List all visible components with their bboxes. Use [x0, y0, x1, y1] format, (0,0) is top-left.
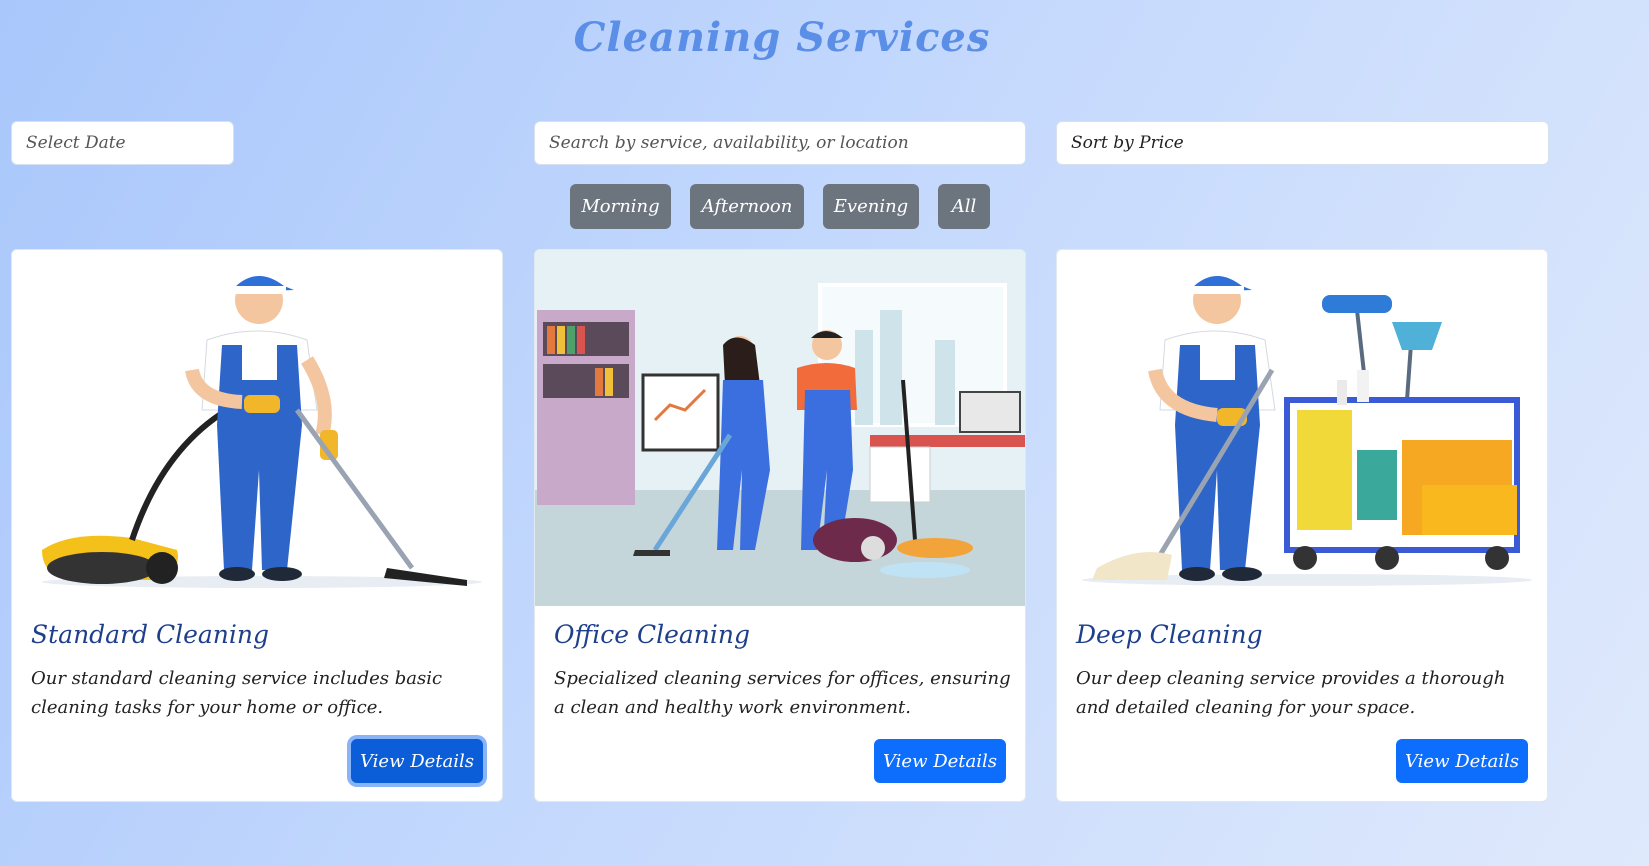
service-title: Deep Cleaning — [1076, 620, 1263, 649]
service-title: Office Cleaning — [554, 620, 750, 649]
janitor-vacuum-illustration — [12, 250, 502, 606]
date-picker-input[interactable] — [11, 121, 234, 165]
view-details-button[interactable]: View Details — [351, 739, 483, 783]
sort-select[interactable]: Sort by Price — [1056, 121, 1549, 165]
service-description: Our deep cleaning service provides a tho… — [1076, 668, 1506, 718]
page-title: Cleaning Services — [573, 14, 991, 61]
search-input[interactable] — [534, 121, 1026, 165]
filter-all-button[interactable]: All — [938, 184, 990, 229]
service-description: Our standard cleaning service includes b… — [31, 668, 443, 718]
service-card-deep: Deep Cleaning Our deep cleaning service … — [1056, 249, 1548, 802]
view-details-button[interactable]: View Details — [1396, 739, 1528, 783]
service-card-standard: Standard Cleaning Our standard cleaning … — [11, 249, 503, 802]
office-cleaners-illustration — [535, 250, 1025, 606]
filter-afternoon-button[interactable]: Afternoon — [690, 184, 804, 229]
filter-morning-button[interactable]: Morning — [570, 184, 671, 229]
janitor-mop-cart-illustration — [1057, 250, 1547, 606]
filter-evening-button[interactable]: Evening — [823, 184, 919, 229]
view-details-button[interactable]: View Details — [874, 739, 1006, 783]
service-card-office: Office Cleaning Specialized cleaning ser… — [534, 249, 1026, 802]
service-title: Standard Cleaning — [31, 620, 270, 649]
service-description: Specialized cleaning services for office… — [554, 668, 1011, 718]
